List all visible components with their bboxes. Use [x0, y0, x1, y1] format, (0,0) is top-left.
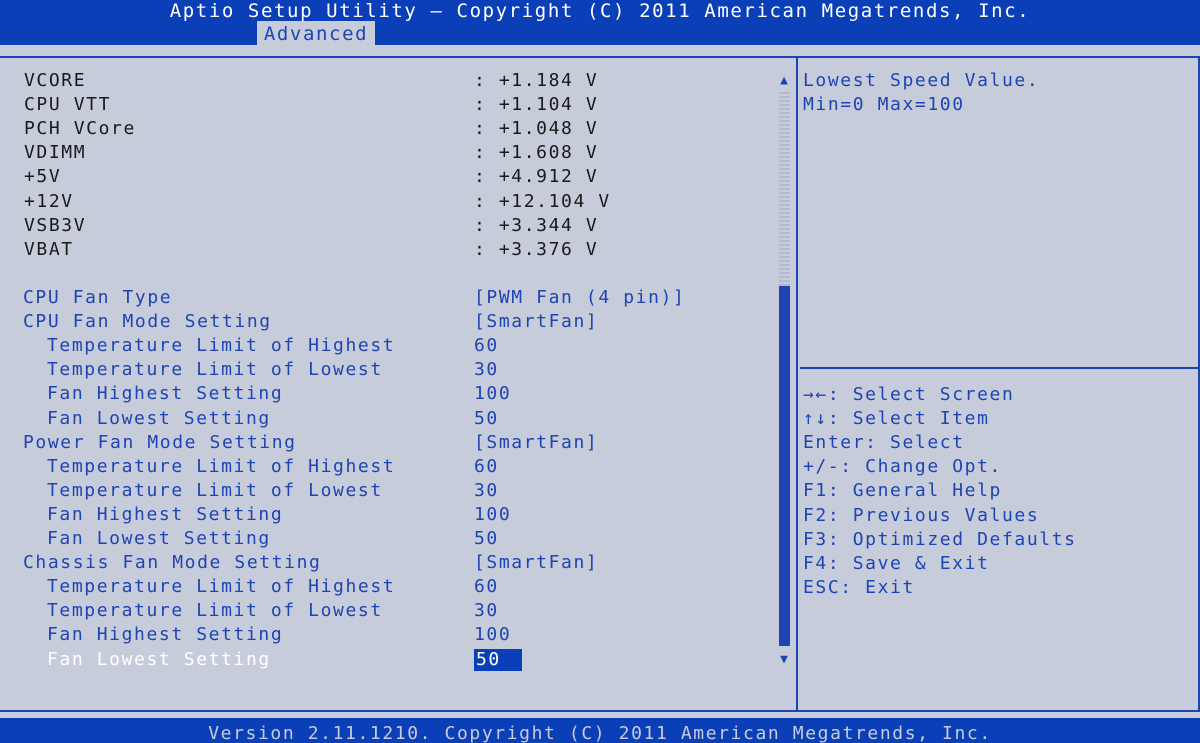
- voltage-value: : +3.344 V: [474, 214, 599, 236]
- voltage-value: : +3.376 V: [474, 238, 599, 260]
- setting-label[interactable]: CPU Fan Mode Setting: [23, 310, 272, 334]
- setting-value[interactable]: 30: [474, 479, 499, 503]
- setting-label[interactable]: Fan Lowest Setting: [47, 407, 271, 431]
- panel-divider: [796, 56, 798, 710]
- voltage-value: : +1.104 V: [474, 94, 599, 116]
- setting-row[interactable]: Fan Highest Setting 100: [0, 623, 770, 647]
- setting-value[interactable]: 100: [474, 623, 511, 647]
- key-hint: ↑↓: Select Item: [803, 408, 990, 430]
- setting-row[interactable]: Temperature Limit of Lowest 30: [0, 599, 770, 623]
- version-footer: Version 2.11.1210. Copyright (C) 2011 Am…: [0, 718, 1200, 743]
- voltage-value: : +1.608 V: [474, 142, 599, 164]
- voltage-row: CPU VTT : +1.104 V: [0, 93, 770, 117]
- setting-label[interactable]: Fan Lowest Setting: [47, 527, 271, 551]
- setting-row[interactable]: Fan Lowest Setting 50: [0, 527, 770, 551]
- setting-row[interactable]: Fan Highest Setting 100: [0, 382, 770, 406]
- voltage-label: +12V: [24, 190, 74, 212]
- setting-value[interactable]: 60: [474, 455, 499, 479]
- setting-label[interactable]: CPU Fan Type: [23, 286, 172, 310]
- setting-row[interactable]: CPU Fan Mode Setting [SmartFan]: [0, 310, 770, 334]
- voltage-label: VCORE: [24, 70, 87, 91]
- setting-value[interactable]: 30: [474, 599, 499, 623]
- setting-row[interactable]: Chassis Fan Mode Setting [SmartFan]: [0, 551, 770, 575]
- voltage-row: VBAT : +3.376 V: [0, 238, 770, 262]
- setting-row[interactable]: Temperature Limit of Lowest 30: [0, 479, 770, 503]
- voltage-row: +5V : +4.912 V: [0, 165, 770, 189]
- setting-label[interactable]: Temperature Limit of Lowest: [47, 479, 383, 503]
- voltage-label: VBAT: [24, 238, 74, 260]
- setting-label[interactable]: Fan Highest Setting: [47, 503, 283, 527]
- setting-value[interactable]: 50: [474, 648, 522, 671]
- setting-value[interactable]: 60: [474, 575, 499, 599]
- help-divider: [800, 367, 1198, 369]
- key-hint: →←: Select Screen: [803, 384, 1015, 405]
- setting-row[interactable]: Temperature Limit of Lowest 30: [0, 358, 770, 382]
- setting-label[interactable]: Fan Lowest Setting: [47, 648, 271, 672]
- key-hint: F2: Previous Values: [803, 504, 1040, 526]
- setting-value[interactable]: 100: [474, 503, 511, 527]
- key-hint: Enter: Select: [803, 432, 965, 454]
- setting-value[interactable]: 50: [474, 527, 499, 551]
- voltage-label: PCH VCore: [24, 118, 136, 140]
- help-description: Lowest Speed Value.: [803, 70, 1040, 91]
- setting-label[interactable]: Chassis Fan Mode Setting: [23, 551, 322, 575]
- voltage-row: VCORE : +1.184 V: [0, 69, 770, 93]
- voltage-value: : +1.048 V: [474, 118, 599, 140]
- app-title: Aptio Setup Utility – Copyright (C) 2011…: [169, 0, 1031, 22]
- setting-row[interactable]: Power Fan Mode Setting [SmartFan]: [0, 431, 770, 455]
- voltage-label: VSB3V: [24, 214, 87, 236]
- voltage-label: CPU VTT: [24, 94, 112, 116]
- key-hint: F3: Optimized Defaults: [803, 528, 1077, 550]
- setting-value[interactable]: 60: [474, 334, 499, 358]
- voltage-value: : +1.184 V: [474, 70, 599, 91]
- help-description: Min=0 Max=100: [803, 94, 965, 116]
- title-bar: Aptio Setup Utility – Copyright (C) 2011…: [0, 0, 1200, 45]
- voltage-row: VDIMM : +1.608 V: [0, 141, 770, 165]
- voltage-row: +12V : +12.104 V: [0, 190, 770, 214]
- setting-row[interactable]: Temperature Limit of Highest 60: [0, 575, 770, 599]
- setting-label[interactable]: Temperature Limit of Highest: [47, 334, 395, 358]
- key-hint: F4: Save & Exit: [803, 552, 990, 574]
- voltage-row: PCH VCore : +1.048 V: [0, 117, 770, 141]
- key-hint: F1: General Help: [803, 480, 1002, 502]
- setting-label[interactable]: Temperature Limit of Highest: [47, 455, 395, 479]
- setting-label[interactable]: Fan Highest Setting: [47, 382, 283, 406]
- setting-label[interactable]: Temperature Limit of Lowest: [47, 599, 383, 623]
- setting-row[interactable]: Temperature Limit of Highest 60: [0, 455, 770, 479]
- scroll-down-icon[interactable]: ▼: [777, 653, 791, 667]
- key-hint: ESC: Exit: [803, 576, 915, 598]
- scrollbar-thumb[interactable]: [779, 285, 790, 646]
- voltage-value: : +4.912 V: [474, 166, 599, 188]
- setting-value[interactable]: [SmartFan]: [474, 310, 598, 334]
- setting-label[interactable]: Temperature Limit of Lowest: [47, 358, 383, 382]
- setting-row[interactable]: Fan Highest Setting 100: [0, 503, 770, 527]
- setting-value[interactable]: 30: [474, 358, 499, 382]
- key-hint: +/-: Change Opt.: [803, 456, 1002, 478]
- voltage-label: +5V: [24, 166, 62, 188]
- voltage-label: VDIMM: [24, 142, 87, 164]
- setting-row[interactable]: Fan Lowest Setting 50: [0, 407, 770, 431]
- voltage-row: VSB3V : +3.344 V: [0, 214, 770, 238]
- setting-value[interactable]: [PWM Fan (4 pin)]: [474, 286, 685, 310]
- setting-value[interactable]: [SmartFan]: [474, 551, 598, 575]
- setting-value[interactable]: [SmartFan]: [474, 431, 598, 455]
- setting-value[interactable]: 50: [474, 407, 499, 431]
- setting-row[interactable]: Fan Lowest Setting 50: [0, 648, 770, 672]
- voltage-value: : +12.104 V: [474, 190, 611, 212]
- setting-row[interactable]: CPU Fan Type [PWM Fan (4 pin)]: [0, 286, 770, 310]
- tab-advanced[interactable]: Advanced: [257, 21, 375, 45]
- setting-label[interactable]: Fan Highest Setting: [47, 623, 283, 647]
- setting-row[interactable]: Temperature Limit of Highest 60: [0, 334, 770, 358]
- setting-label[interactable]: Power Fan Mode Setting: [23, 431, 297, 455]
- setting-value[interactable]: 100: [474, 382, 511, 406]
- scroll-up-icon[interactable]: ▲: [777, 74, 791, 88]
- setting-label[interactable]: Temperature Limit of Highest: [47, 575, 395, 599]
